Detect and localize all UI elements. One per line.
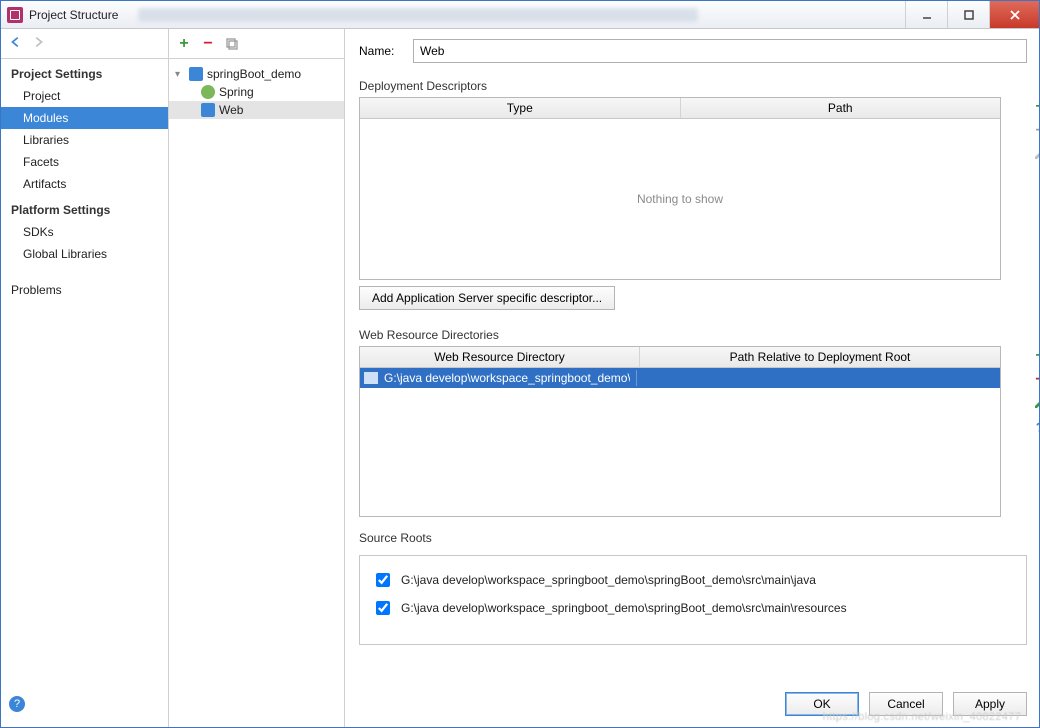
content-panel: Name: Deployment Descriptors Type Path N… <box>345 29 1039 727</box>
web-resource-title: Web Resource Directories <box>359 328 1027 342</box>
deployment-th-path[interactable]: Path <box>681 98 1001 118</box>
deployment-edit-icon <box>1033 147 1039 161</box>
app-icon <box>7 7 23 23</box>
module-tree-panel: + − ▾ springBoot_demo Spring Web <box>169 29 345 727</box>
deployment-side-actions: + − <box>1031 99 1039 161</box>
tree-label-root: springBoot_demo <box>207 67 301 81</box>
blurred-context <box>138 8 698 22</box>
folder-icon <box>364 372 378 384</box>
web-resource-table: Web Resource Directory Path Relative to … <box>359 346 1001 517</box>
nav-arrows <box>1 29 168 59</box>
remove-icon[interactable]: − <box>201 37 215 51</box>
sidebar-item-modules[interactable]: Modules <box>1 107 168 129</box>
deployment-th-type[interactable]: Type <box>360 98 681 118</box>
tree-label-web: Web <box>219 103 243 117</box>
wrd-edit-icon[interactable] <box>1033 396 1039 410</box>
deployment-empty: Nothing to show <box>360 119 1000 279</box>
window-title: Project Structure <box>29 8 118 22</box>
sidebar-item-global-libraries[interactable]: Global Libraries <box>1 243 168 265</box>
tree-toolbar: + − <box>169 29 344 59</box>
tree-node-root[interactable]: ▾ springBoot_demo <box>169 65 344 83</box>
name-row: Name: <box>359 39 1027 63</box>
deployment-add-icon[interactable]: + <box>1033 99 1039 113</box>
sidebar-item-problems[interactable]: Problems <box>1 279 168 301</box>
source-root-label-1: G:\java develop\workspace_springboot_dem… <box>401 601 847 615</box>
source-root-label-0: G:\java develop\workspace_springboot_dem… <box>401 573 816 587</box>
source-root-row[interactable]: G:\java develop\workspace_springboot_dem… <box>370 566 1016 594</box>
caret-down-icon[interactable]: ▾ <box>175 69 185 80</box>
help-icon[interactable]: ? <box>9 696 25 712</box>
source-root-row[interactable]: G:\java develop\workspace_springboot_dem… <box>370 594 1016 622</box>
module-icon <box>189 67 203 81</box>
nav-forward-icon[interactable] <box>31 35 45 52</box>
sidebar-item-libraries[interactable]: Libraries <box>1 129 168 151</box>
name-input[interactable] <box>413 39 1027 63</box>
web-resource-relative <box>636 370 996 386</box>
web-resource-row[interactable]: G:\java develop\workspace_springboot_dem… <box>360 368 1000 388</box>
source-root-checkbox-0[interactable] <box>376 573 390 587</box>
module-tree: ▾ springBoot_demo Spring Web <box>169 59 344 125</box>
web-icon <box>201 103 215 117</box>
sidebar-item-project[interactable]: Project <box>1 85 168 107</box>
source-roots-frame: G:\java develop\workspace_springboot_dem… <box>359 555 1027 645</box>
add-icon[interactable]: + <box>177 37 191 51</box>
wrd-add-icon[interactable]: + <box>1033 348 1039 362</box>
name-label: Name: <box>359 44 405 58</box>
deployment-title: Deployment Descriptors <box>359 79 1027 93</box>
sidebar-section-project-settings: Project Settings <box>1 59 168 85</box>
maximize-button[interactable] <box>947 1 989 28</box>
add-appserver-descriptor-button[interactable]: Add Application Server specific descript… <box>359 286 615 310</box>
web-resource-path: G:\java develop\workspace_springboot_dem… <box>384 371 630 385</box>
main: Project Settings Project Modules Librari… <box>1 29 1039 727</box>
sidebar-section-platform-settings: Platform Settings <box>1 195 168 221</box>
close-button[interactable] <box>989 1 1039 28</box>
wrd-help-icon[interactable]: ? <box>1033 420 1039 434</box>
web-resource-body: G:\java develop\workspace_springboot_dem… <box>360 368 1000 516</box>
source-root-checkbox-1[interactable] <box>376 601 390 615</box>
source-roots-title: Source Roots <box>359 531 1027 545</box>
wrd-th-rel[interactable]: Path Relative to Deployment Root <box>640 347 1000 367</box>
left-sidebar: Project Settings Project Modules Librari… <box>1 29 169 727</box>
wrd-th-dir[interactable]: Web Resource Directory <box>360 347 640 367</box>
titlebar: Project Structure <box>1 1 1039 29</box>
wrd-side-actions: + − ? <box>1031 348 1039 434</box>
spring-icon <box>201 85 215 99</box>
tree-node-web[interactable]: Web <box>169 101 344 119</box>
sidebar-item-sdks[interactable]: SDKs <box>1 221 168 243</box>
tree-label-spring: Spring <box>219 85 254 99</box>
nav-back-icon[interactable] <box>9 35 23 52</box>
deployment-table: Type Path Nothing to show <box>359 97 1001 280</box>
sidebar-item-facets[interactable]: Facets <box>1 151 168 173</box>
tree-node-spring[interactable]: Spring <box>169 83 344 101</box>
wrd-remove-icon[interactable]: − <box>1033 372 1039 386</box>
copy-icon[interactable] <box>225 37 239 51</box>
sidebar-item-artifacts[interactable]: Artifacts <box>1 173 168 195</box>
window-controls <box>905 1 1039 28</box>
deployment-remove-icon: − <box>1033 123 1039 137</box>
minimize-button[interactable] <box>905 1 947 28</box>
watermark: https://blog.csdn.net/weixin_40822477 <box>823 711 1021 723</box>
